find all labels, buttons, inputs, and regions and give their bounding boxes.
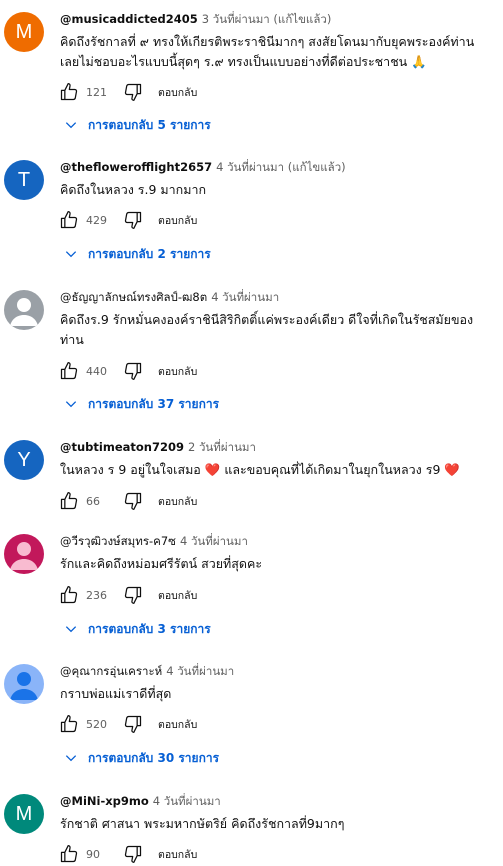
comment-header: @คุณากรอุ่นเคราะห์ 4 วันที่ผ่านมา [60,664,234,678]
reply-button[interactable]: ตอบกลับ [158,587,197,604]
dislike-icon[interactable] [122,843,144,865]
view-replies-button[interactable]: การตอบกลับ 30 รายการ [64,747,219,769]
dislike-icon[interactable] [122,490,144,512]
view-replies-button[interactable]: การตอบกลับ 3 รายการ [64,618,211,640]
comment-actions: 440 ตอบกลับ [58,359,197,383]
chevron-down-icon [65,755,77,762]
comment-time[interactable]: 4 วันที่ผ่านมา (แก้ไขแล้ว) [216,160,346,174]
like-icon[interactable] [58,713,80,735]
comment-actions: 236 ตอบกลับ [58,583,197,607]
reply-button[interactable]: ตอบกลับ [158,363,197,380]
reply-button[interactable]: ตอบกลับ [158,212,197,229]
comment-actions: 121 ตอบกลับ [58,80,197,104]
chevron-down-icon [65,626,77,633]
view-replies-button[interactable]: การตอบกลับ 37 รายการ [64,393,219,415]
view-replies-button[interactable]: การตอบกลับ 2 รายการ [64,243,211,265]
comment-actions: 429 ตอบกลับ [58,208,197,232]
comment-author[interactable]: @tubtimeaton7209 [60,440,184,454]
like-icon[interactable] [58,843,80,865]
comment-author[interactable]: @คุณากรอุ่นเคราะห์ [60,664,162,678]
default-avatar-icon [10,542,38,570]
chevron-down-icon [65,251,77,258]
avatar[interactable]: Y [4,440,44,480]
comment-author[interactable]: @musicaddicted2405 [60,12,198,26]
dislike-icon[interactable] [122,81,144,103]
replies-label: การตอบกลับ 30 รายการ [88,750,220,765]
default-avatar-icon [10,298,38,326]
comment-time[interactable]: 4 วันที่ผ่านมา [166,664,234,678]
avatar[interactable]: M [4,794,44,834]
like-icon[interactable] [58,209,80,231]
like-count: 90 [86,847,100,861]
avatar[interactable] [4,534,44,574]
reply-button[interactable]: ตอบกลับ [158,716,197,733]
like-count: 429 [86,213,107,227]
comment-header: @MiNi-xp9mo 4 วันที่ผ่านมา [60,794,221,808]
like-count: 121 [86,85,107,99]
comment-text: คิดถึงร.9 รักหมั่นคงองค์ราชินีสิริกิตติ์… [60,312,474,347]
comment-header: @musicaddicted2405 3 วันที่ผ่านมา (แก้ไขแ… [60,12,331,26]
comment-text: ในหลวง ร 9 อยู่ในใจเสมอ ❤️ และขอบคุณที่ไ… [60,462,460,477]
reply-button[interactable]: ตอบกลับ [158,84,197,101]
replies-label: การตอบกลับ 3 รายการ [88,621,211,636]
like-icon[interactable] [58,360,80,382]
chevron-down-icon [65,122,77,129]
like-count: 66 [86,494,100,508]
reply-button[interactable]: ตอบกลับ [158,493,197,510]
like-icon[interactable] [58,81,80,103]
comment-header: @วีรวุฒิวงษ์สมุทร-ค7ซ 4 วันที่ผ่านมา [60,534,248,548]
comment-time[interactable]: 4 วันที่ผ่านมา [211,290,279,304]
comment-actions: 520 ตอบกลับ [58,712,197,736]
comment-text: กราบพ่อแม่เราดีที่สุด [60,686,172,701]
comment-time[interactable]: 4 วันที่ผ่านมา [180,534,248,548]
like-count: 440 [86,364,107,378]
reply-button[interactable]: ตอบกลับ [158,846,197,863]
avatar[interactable] [4,290,44,330]
replies-label: การตอบกลับ 5 รายการ [88,117,211,132]
comment-text: คิดถึงรัชกาลที่ ๙ ทรงให้เกียรติพระราชินี… [60,34,475,69]
comment-text: รักชาติ ศาสนา พระมหากษัตริย์ คิดถึงรัชกา… [60,816,345,831]
dislike-icon[interactable] [122,584,144,606]
avatar[interactable]: M [4,12,44,52]
view-replies-button[interactable]: การตอบกลับ 5 รายการ [64,114,211,136]
like-icon[interactable] [58,584,80,606]
comment-header: @theflowerofflight2657 4 วันที่ผ่านมา (แก… [60,160,346,174]
comment-author[interactable]: @MiNi-xp9mo [60,794,149,808]
dislike-icon[interactable] [122,713,144,735]
dislike-icon[interactable] [122,209,144,231]
replies-label: การตอบกลับ 37 รายการ [88,396,220,411]
comment-time[interactable]: 2 วันที่ผ่านมา [188,440,256,454]
comment-author[interactable]: @วีรวุฒิวงษ์สมุทร-ค7ซ [60,534,176,548]
comment-header: @tubtimeaton7209 2 วันที่ผ่านมา [60,440,256,454]
comment-author[interactable]: @theflowerofflight2657 [60,160,212,174]
dislike-icon[interactable] [122,360,144,382]
comment-text: รักและคิดถึงหม่อมศรีรัตน์ สวยที่สุดคะ [60,556,263,571]
comment-actions: 66 ตอบกลับ [58,489,197,513]
comment-time[interactable]: 3 วันที่ผ่านมา (แก้ไขแล้ว) [202,12,332,26]
avatar[interactable]: T [4,160,44,200]
like-count: 236 [86,588,107,602]
avatar[interactable] [4,664,44,704]
chevron-down-icon [65,401,77,408]
comment-text: คิดถึงในหลวง ร.9 มากมาก [60,182,207,197]
comment-actions: 90 ตอบกลับ [58,842,197,866]
like-count: 520 [86,717,107,731]
comment-author[interactable]: @ธัญญาลักษณ์ทรงศิลป์-ฒ8ต [60,290,207,304]
replies-label: การตอบกลับ 2 รายการ [88,246,211,261]
comment-time[interactable]: 4 วันที่ผ่านมา [153,794,221,808]
default-avatar-icon [10,672,38,700]
comment-header: @ธัญญาลักษณ์ทรงศิลป์-ฒ8ต 4 วันที่ผ่านมา [60,290,279,304]
like-icon[interactable] [58,490,80,512]
